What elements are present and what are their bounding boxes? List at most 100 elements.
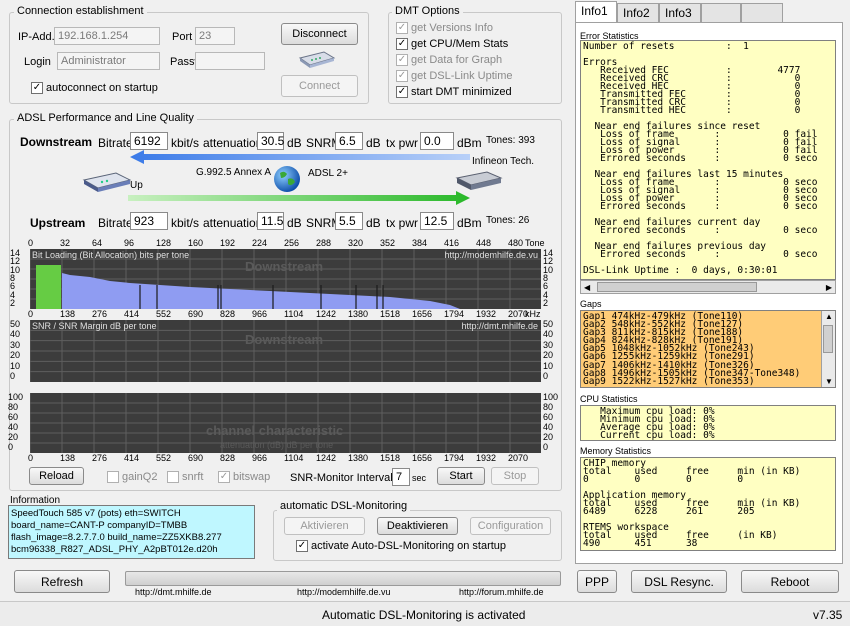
tab-info3[interactable]: Info3 [659, 3, 701, 23]
y-tick-label: 100 [8, 392, 24, 402]
versions-info-label: get Versions Info [411, 22, 493, 34]
scroll-up-icon[interactable]: ▲ [825, 312, 833, 321]
down-kbits-label: kbit/s [171, 136, 200, 150]
axis-tick-label: 276 [92, 453, 108, 463]
up-tones-label: Tones: 26 [486, 215, 530, 226]
cpu-stats-text: Maximum cpu load: 0% Minimum cpu load: 0… [600, 406, 715, 441]
axis-tick-label: 64 [92, 238, 103, 248]
local-modem-icon [82, 170, 132, 194]
scroll-thumb[interactable] [597, 282, 757, 292]
axis-tick-label: 384 [412, 238, 428, 248]
autoconnect-check-icon: ✓ [31, 82, 43, 94]
tab-info1[interactable]: Info1 [575, 1, 617, 23]
axis-tick-label: 1380 [348, 453, 369, 463]
axis-tick-label: 276 [92, 309, 108, 319]
connect-button[interactable]: Connect [281, 75, 358, 97]
down-bitrate-label: Bitrate [98, 136, 133, 150]
axis-tick-label: 828 [220, 453, 236, 463]
auto-monitoring-checkbox[interactable]: ✓ activate Auto-DSL-Monitoring on startup [296, 540, 506, 552]
snr-chart: Downstream SNR / SNR Margin dB per tone … [30, 320, 541, 382]
refresh-button[interactable]: Refresh [14, 570, 110, 593]
configuration-button[interactable]: Configuration [470, 517, 551, 535]
reboot-button[interactable]: Reboot [741, 570, 839, 593]
graph-data-checkbox[interactable]: ✓ get Data for Graph [396, 54, 502, 66]
tab-info2[interactable]: Info2 [617, 3, 659, 23]
axis-tick-label: 1656 [412, 453, 433, 463]
autoconnect-checkbox[interactable]: ✓ autoconnect on startup [31, 82, 158, 94]
cpu-mem-checkbox[interactable]: ✓ get CPU/Mem Stats [396, 38, 508, 50]
ip-field[interactable]: 192.168.1.254 [54, 27, 160, 45]
up-bitrate-field: 923 [130, 212, 168, 230]
scroll-left-icon[interactable]: ◀ [584, 283, 590, 292]
up-txpwr-field: 12.5 [420, 212, 454, 230]
check-icon: ✓ [296, 540, 308, 552]
gaps-vscroll[interactable]: ▲ ▼ [821, 311, 835, 387]
tab-blank-1[interactable] [701, 3, 741, 23]
axis-tick-label: 1104 [284, 453, 304, 463]
y-tick-label: 60 [543, 412, 554, 422]
start-button[interactable]: Start [437, 467, 485, 485]
y-tick-label: 100 [543, 392, 559, 402]
gainq2-checkbox[interactable]: gainQ2 [107, 471, 157, 483]
bitloading-title: Bit Loading (Bit Allocation) bits per to… [32, 250, 190, 260]
port-field[interactable]: 23 [195, 27, 235, 45]
axis-tick-label: 224 [252, 238, 268, 248]
y-tick-label: 0 [8, 442, 14, 452]
reload-button[interactable]: Reload [29, 467, 84, 485]
axis-tick-label: 32 [60, 238, 71, 248]
bitloading-watermark: Downstream [245, 259, 324, 274]
url-modemhilfe[interactable]: http://modemhilfe.de.vu [297, 587, 391, 597]
snr-interval-label: SNR-Monitor Interval: [290, 472, 396, 484]
check-icon: ✓ [396, 70, 408, 82]
bitswap-label: bitswap [233, 471, 271, 483]
axis-unit-label: kHz [525, 309, 541, 319]
y-tick-label: 20 [8, 432, 19, 442]
error-stats-text: Number of resets : 1 Errors Received FEC… [583, 41, 818, 276]
login-field[interactable]: Administrator [57, 52, 160, 70]
snrft-checkbox[interactable]: snrft [167, 471, 203, 483]
modem-icon [298, 48, 336, 70]
axis-tick-label: 96 [124, 238, 135, 248]
tab-blank-2[interactable] [741, 3, 783, 23]
cpu-stats-title: CPU Statistics [580, 394, 638, 404]
up-kbits-label: kbit/s [171, 216, 200, 230]
axis-tick-label: 138 [60, 453, 76, 463]
progress-bar [125, 571, 561, 586]
url-forum[interactable]: http://forum.mhilfe.de [459, 587, 544, 597]
axis-tick-label: 160 [188, 238, 204, 248]
check-icon: ✓ [396, 38, 408, 50]
y-tick-label: 20 [543, 432, 554, 442]
sec-label: sec [412, 473, 427, 483]
axis-tick-label: 414 [124, 309, 140, 319]
ppp-button[interactable]: PPP [577, 570, 617, 593]
autoconnect-label: autoconnect on startup [46, 82, 158, 94]
axis-tick-label: 966 [252, 453, 268, 463]
versions-info-checkbox[interactable]: ✓ get Versions Info [396, 22, 493, 34]
scroll-thumb[interactable] [823, 325, 833, 353]
password-field[interactable] [195, 52, 265, 70]
up-snrm-db-label: dB [366, 216, 381, 230]
y-tick-label: 40 [543, 329, 554, 340]
stop-button[interactable]: Stop [491, 467, 539, 485]
cpu-mem-label: get CPU/Mem Stats [411, 38, 509, 50]
axis-tick-label: 690 [188, 309, 204, 319]
gap-item[interactable]: Gap9 1522kHz-1527kHz (Tone353) [583, 376, 833, 386]
bitswap-checkbox[interactable]: ✓ bitswap [218, 471, 270, 483]
snr-interval-field[interactable]: 7 [392, 468, 410, 486]
axis-tick-label: 288 [316, 238, 332, 248]
disconnect-button[interactable]: Disconnect [281, 23, 358, 45]
url-dmt[interactable]: http://dmt.mhilfe.de [135, 587, 212, 597]
upstream-bitload-area [36, 265, 61, 309]
link-uptime-checkbox[interactable]: ✓ get DSL-Link Uptime [396, 70, 513, 82]
gaps-title: Gaps [580, 299, 602, 309]
auto-monitoring-label: activate Auto-DSL-Monitoring on startup [311, 540, 507, 552]
scroll-right-icon[interactable]: ▶ [826, 283, 832, 292]
axis-tick-label: 414 [124, 453, 140, 463]
dsl-resync-button[interactable]: DSL Resync. [631, 570, 727, 593]
scroll-down-icon[interactable]: ▼ [825, 377, 833, 386]
gainq2-label: gainQ2 [122, 471, 158, 483]
deactivate-button[interactable]: Deaktivieren [377, 517, 458, 535]
error-stats-hscroll[interactable]: ◀ ▶ [580, 280, 836, 294]
start-minimized-checkbox[interactable]: ✓ start DMT minimized [396, 86, 512, 98]
activate-button[interactable]: Aktivieren [284, 517, 365, 535]
